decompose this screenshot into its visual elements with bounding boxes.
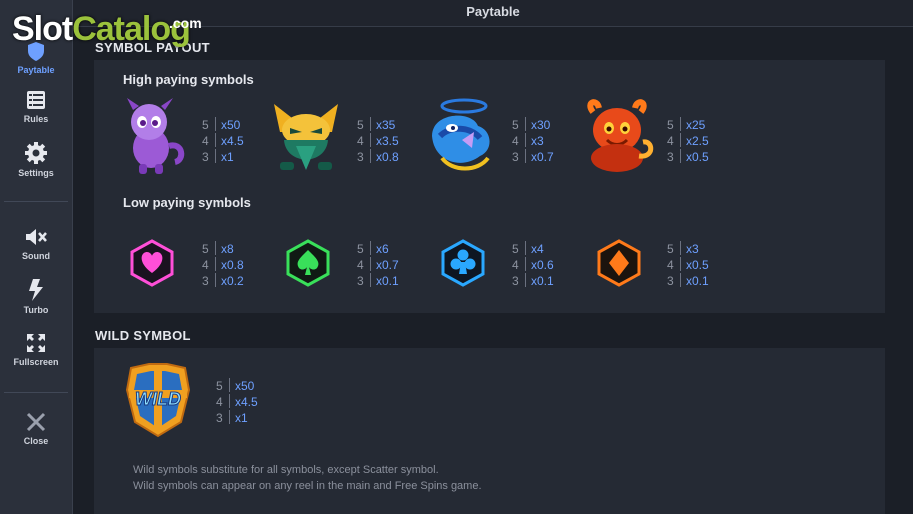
logo-text-suffix: .com — [169, 15, 202, 31]
sidebar-item-label: Settings — [18, 168, 54, 178]
sidebar: Paytable Rules Settings Sound Turbo Full… — [0, 0, 73, 514]
watermark-logo: SlotCatalog .com — [12, 10, 202, 48]
wild-description: Wild symbols substitute for all symbols,… — [133, 462, 482, 494]
svg-text:WILD: WILD — [135, 389, 181, 409]
sidebar-divider — [4, 392, 68, 393]
sidebar-item-label: Turbo — [23, 305, 49, 315]
spade-hexagon-icon — [286, 239, 330, 287]
wild-shield-icon: WILD — [125, 363, 191, 438]
turbo-icon — [29, 279, 43, 301]
sidebar-item-label: Rules — [23, 114, 49, 124]
sidebar-item-rules[interactable]: Rules — [0, 89, 72, 124]
wild-description-line: Wild symbols can appear on any reel in t… — [133, 480, 482, 492]
wild-description-line: Wild symbols substitute for all symbols,… — [133, 464, 439, 476]
purple-dragon-icon — [127, 98, 185, 174]
logo-text-slot: Slot — [12, 10, 73, 48]
sidebar-item-label: Close — [23, 436, 49, 446]
yellow-cat-creature-icon — [274, 104, 338, 170]
sidebar-divider — [4, 201, 68, 202]
payout-table: 5 x50 4 x4.5 3 x1 — [202, 117, 244, 164]
sidebar-item-label: Paytable — [17, 65, 55, 75]
sidebar-item-label: Fullscreen — [13, 357, 59, 367]
payout-table: 5 x50 4 x4.5 3 x1 — [216, 378, 258, 425]
sidebar-item-turbo[interactable]: Turbo — [0, 278, 72, 315]
wild-symbol-panel: WILD 5 x50 4 x4.5 3 x1 Wild symbols substit… — [94, 348, 885, 514]
high-paying-title: High paying symbols — [123, 72, 254, 87]
payout-table: 5 x35 4 x3.5 3 x0.8 — [357, 117, 399, 164]
symbol-payout-panel: High paying symbols 5 x50 4 x4.5 3 x1 5 x35 … — [94, 60, 885, 313]
sound-muted-icon — [26, 229, 47, 245]
gear-icon — [25, 142, 47, 164]
section-title-wild-symbol: WILD SYMBOL — [95, 328, 191, 343]
club-hexagon-icon — [441, 239, 485, 287]
low-paying-title: Low paying symbols — [123, 195, 251, 210]
payout-table: 5 x3 4 x0.5 3 x0.1 — [667, 241, 709, 288]
payout-table: 5 x8 4 x0.8 3 x0.2 — [202, 241, 244, 288]
rules-icon — [27, 91, 45, 109]
diamond-hexagon-icon — [597, 239, 641, 287]
fullscreen-icon — [27, 334, 45, 352]
payout-table: 5 x25 4 x2.5 3 x0.5 — [667, 117, 709, 164]
sidebar-item-fullscreen[interactable]: Fullscreen — [0, 332, 72, 367]
payout-table: 5 x4 4 x0.6 3 x0.1 — [512, 241, 554, 288]
close-button[interactable]: Close — [0, 411, 72, 446]
payout-table: 5 x6 4 x0.7 3 x0.1 — [357, 241, 399, 288]
payout-table: 5 x30 4 x3 3 x0.7 — [512, 117, 554, 164]
heart-hexagon-icon — [130, 239, 174, 287]
sidebar-item-sound[interactable]: Sound — [0, 226, 72, 261]
sidebar-item-settings[interactable]: Settings — [0, 141, 72, 178]
close-icon — [26, 412, 46, 432]
blue-serpent-icon — [432, 98, 490, 171]
fire-creature-icon — [587, 99, 654, 172]
sidebar-item-label: Sound — [22, 251, 50, 261]
